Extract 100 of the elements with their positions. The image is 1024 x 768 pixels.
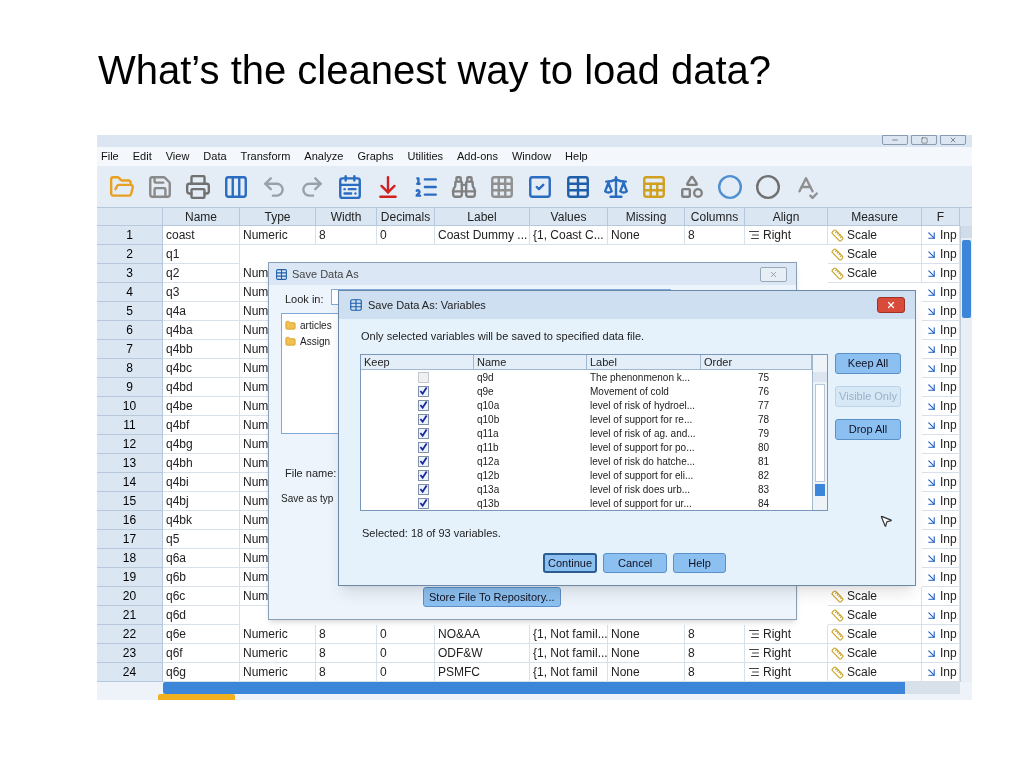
table-cell-text: Scale bbox=[847, 246, 878, 263]
slide-title: What’s the cleanest way to load data? bbox=[98, 47, 772, 94]
table-cell-text: Inp bbox=[940, 360, 957, 377]
variable-label: Movement of cold bbox=[589, 384, 670, 399]
table-cell-text: Numeric bbox=[243, 626, 288, 643]
table-cell-text: Coast Dummy ... bbox=[438, 227, 528, 244]
table-cell-text: None bbox=[611, 645, 640, 662]
table-cell-text: q4be bbox=[166, 398, 193, 415]
table-cell-text: q6d bbox=[166, 607, 187, 624]
table-cell-text: Num bbox=[243, 550, 269, 567]
table-cell-text: q1 bbox=[166, 246, 180, 263]
table-cell-text: Inp bbox=[940, 550, 957, 567]
variable-order: 76 bbox=[756, 384, 769, 399]
table-cell-text: 0 bbox=[380, 664, 387, 681]
variable-label: level of support for po... bbox=[589, 440, 696, 455]
table-cell-text: Num bbox=[243, 303, 269, 320]
table-cell-text: 8 bbox=[688, 645, 695, 662]
variable-name: q9d bbox=[476, 370, 495, 385]
variable-order: 75 bbox=[756, 370, 769, 385]
table-cell-text: Inp bbox=[940, 322, 957, 339]
table-cell-text: q4bh bbox=[166, 455, 193, 472]
table-cell-text: q4bb bbox=[166, 341, 193, 358]
variable-label: level of support for ur... bbox=[589, 496, 693, 511]
variable-order: 79 bbox=[756, 426, 769, 441]
table-cell-text: Inp bbox=[940, 341, 957, 358]
table-cell-text: Num bbox=[243, 417, 269, 434]
field-label: Look in: bbox=[285, 292, 324, 307]
table-cell-text: Num bbox=[243, 588, 269, 605]
table-cell-text: Inp bbox=[940, 436, 957, 453]
table-cell-text: 0 bbox=[380, 227, 387, 244]
table-cell-text: {1, Not famil... bbox=[533, 645, 607, 662]
table-cell-text: Num bbox=[243, 436, 269, 453]
variable-name: q13a bbox=[476, 482, 501, 497]
table-cell-text: Num bbox=[243, 493, 269, 510]
table-cell-text: Num bbox=[243, 512, 269, 529]
table-cell-text: Inp bbox=[940, 493, 957, 510]
table-cell-text: 8 bbox=[319, 227, 326, 244]
variable-order: 83 bbox=[756, 482, 769, 497]
table-cell-text: Inp bbox=[940, 474, 957, 491]
table-cell-text: coast bbox=[166, 227, 195, 244]
table-cell-text: {1, Coast C... bbox=[533, 227, 604, 244]
table-cell-text: ODF&W bbox=[438, 645, 483, 662]
dialog-title: Save Data As: Variables bbox=[368, 297, 486, 313]
variable-label: level of support for eli... bbox=[589, 468, 695, 483]
table-cell-text: Inp bbox=[940, 265, 957, 282]
table-cell-text: Inp bbox=[940, 569, 957, 586]
table-cell-text: Inp bbox=[940, 607, 957, 624]
table-cell-text: Scale bbox=[847, 607, 878, 624]
table-cell-text: Numeric bbox=[243, 227, 288, 244]
field-label: Save as typ bbox=[281, 492, 334, 506]
variable-name: q12a bbox=[476, 454, 501, 469]
table-cell-text: Num bbox=[243, 398, 269, 415]
table-cell-text: Num bbox=[243, 455, 269, 472]
table-cell-text: 8 bbox=[319, 664, 326, 681]
variable-name: q11a bbox=[476, 426, 500, 441]
table-cell-text: q4bf bbox=[166, 417, 190, 434]
table-cell-text: q6a bbox=[166, 550, 187, 567]
table-cell-text: q6b bbox=[166, 569, 187, 586]
table-cell-text: Num bbox=[243, 322, 269, 339]
table-cell-text: 8 bbox=[319, 645, 326, 662]
table-cell-text: None bbox=[611, 664, 640, 681]
table-cell-text: q6c bbox=[166, 588, 186, 605]
table-cell-text: Scale bbox=[847, 227, 878, 244]
table-cell-text: Inp bbox=[940, 626, 957, 643]
table-cell-text: Inp bbox=[940, 398, 957, 415]
table-cell-text: q4a bbox=[166, 303, 187, 320]
table-cell-text: Inp bbox=[940, 645, 957, 662]
table-cell-text: Scale bbox=[847, 626, 878, 643]
table-cell-text: Scale bbox=[847, 664, 878, 681]
variable-order: 80 bbox=[756, 440, 769, 455]
table-cell-text: q4bg bbox=[166, 436, 193, 453]
selected-count: Selected: 18 of 93 variables. bbox=[362, 526, 501, 541]
table-cell-text: Inp bbox=[940, 227, 957, 244]
table-cell-text: q4bi bbox=[166, 474, 189, 491]
table-cell-text: Inp bbox=[940, 588, 957, 605]
table-cell-text: Num bbox=[243, 341, 269, 358]
table-cell-text: 8 bbox=[688, 664, 695, 681]
table-cell-text: q4bk bbox=[166, 512, 193, 529]
table-cell-text: q4ba bbox=[166, 322, 193, 339]
table-cell-text: 8 bbox=[319, 626, 326, 643]
table-cell-text: q4bd bbox=[166, 379, 193, 396]
table-cell-text: 0 bbox=[380, 626, 387, 643]
variable-name: q10b bbox=[476, 412, 501, 427]
table-cell-text: q3 bbox=[166, 284, 180, 301]
table-cell-text: Num bbox=[243, 474, 269, 491]
table-cell-text: Inp bbox=[940, 284, 957, 301]
table-cell-text: Num bbox=[243, 569, 269, 586]
variable-label: level of risk of ag. and... bbox=[589, 426, 697, 441]
variable-label: level of risk of hydroel... bbox=[589, 398, 697, 413]
table-cell-text: q4bc bbox=[166, 360, 193, 377]
table-cell-text: PSMFC bbox=[438, 664, 480, 681]
table-cell-text: q5 bbox=[166, 531, 180, 548]
table-cell-text: Inp bbox=[940, 246, 957, 263]
table-cell-text: Inp bbox=[940, 455, 957, 472]
variable-name: q10a bbox=[476, 398, 501, 413]
table-cell-text: q6f bbox=[166, 645, 183, 662]
table-cell-text: q6g bbox=[166, 664, 187, 681]
table-cell-text: {1, Not famil bbox=[533, 664, 598, 681]
variable-order: 77 bbox=[756, 398, 769, 413]
table-cell-text: q2 bbox=[166, 265, 180, 282]
